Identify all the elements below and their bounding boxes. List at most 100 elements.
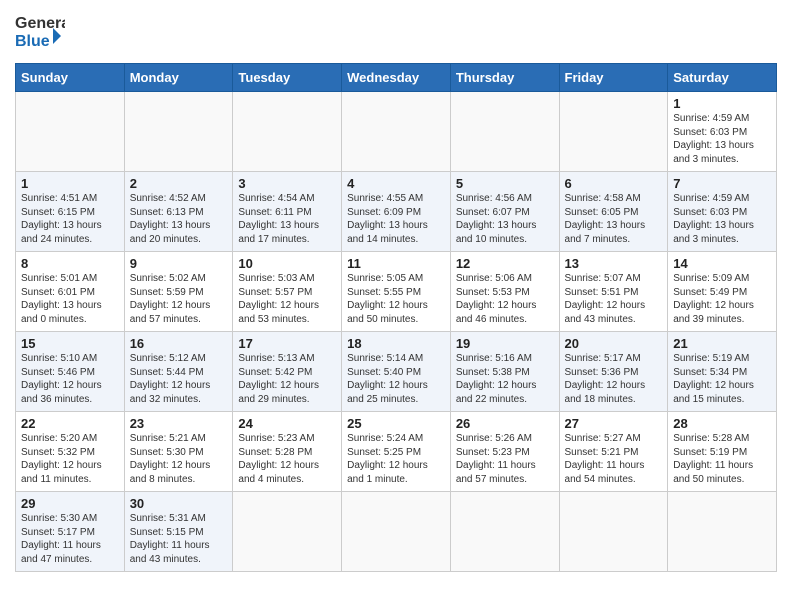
day-number: 30 xyxy=(130,496,228,511)
calendar-cell: 1Sunrise: 4:59 AM Sunset: 6:03 PM Daylig… xyxy=(668,92,777,172)
cell-info: Sunrise: 4:51 AM Sunset: 6:15 PM Dayligh… xyxy=(21,192,119,246)
calendar-cell xyxy=(450,492,559,572)
calendar-cell: 30Sunrise: 5:31 AM Sunset: 5:15 PM Dayli… xyxy=(124,492,233,572)
cell-info: Sunrise: 5:19 AM Sunset: 5:34 PM Dayligh… xyxy=(673,352,771,406)
calendar-cell: 19Sunrise: 5:16 AM Sunset: 5:38 PM Dayli… xyxy=(450,332,559,412)
cell-info: Sunrise: 5:17 AM Sunset: 5:36 PM Dayligh… xyxy=(565,352,663,406)
cell-info: Sunrise: 4:58 AM Sunset: 6:05 PM Dayligh… xyxy=(565,192,663,246)
cell-info: Sunrise: 4:54 AM Sunset: 6:11 PM Dayligh… xyxy=(238,192,336,246)
day-number: 1 xyxy=(21,176,119,191)
cell-info: Sunrise: 5:31 AM Sunset: 5:15 PM Dayligh… xyxy=(130,512,228,566)
header-row: SundayMondayTuesdayWednesdayThursdayFrid… xyxy=(16,64,777,92)
cell-info: Sunrise: 5:06 AM Sunset: 5:53 PM Dayligh… xyxy=(456,272,554,326)
day-number: 17 xyxy=(238,336,336,351)
calendar-cell: 8Sunrise: 5:01 AM Sunset: 6:01 PM Daylig… xyxy=(16,252,125,332)
day-number: 16 xyxy=(130,336,228,351)
calendar-cell: 2Sunrise: 4:52 AM Sunset: 6:13 PM Daylig… xyxy=(124,172,233,252)
day-number: 11 xyxy=(347,256,445,271)
day-number: 25 xyxy=(347,416,445,431)
svg-text:General: General xyxy=(15,15,65,32)
calendar-cell: 20Sunrise: 5:17 AM Sunset: 5:36 PM Dayli… xyxy=(559,332,668,412)
day-number: 29 xyxy=(21,496,119,511)
calendar-cell: 28Sunrise: 5:28 AM Sunset: 5:19 PM Dayli… xyxy=(668,412,777,492)
cell-info: Sunrise: 5:28 AM Sunset: 5:19 PM Dayligh… xyxy=(673,432,771,486)
cell-info: Sunrise: 4:56 AM Sunset: 6:07 PM Dayligh… xyxy=(456,192,554,246)
day-number: 26 xyxy=(456,416,554,431)
calendar-cell xyxy=(124,92,233,172)
cell-info: Sunrise: 5:26 AM Sunset: 5:23 PM Dayligh… xyxy=(456,432,554,486)
day-number: 12 xyxy=(456,256,554,271)
day-number: 18 xyxy=(347,336,445,351)
week-row-5: 29Sunrise: 5:30 AM Sunset: 5:17 PM Dayli… xyxy=(16,492,777,572)
calendar-cell: 1Sunrise: 4:51 AM Sunset: 6:15 PM Daylig… xyxy=(16,172,125,252)
calendar-cell xyxy=(342,92,451,172)
svg-text:Blue: Blue xyxy=(15,33,50,50)
day-number: 8 xyxy=(21,256,119,271)
day-number: 6 xyxy=(565,176,663,191)
week-row-3: 15Sunrise: 5:10 AM Sunset: 5:46 PM Dayli… xyxy=(16,332,777,412)
day-number: 10 xyxy=(238,256,336,271)
day-number: 3 xyxy=(238,176,336,191)
day-header-tuesday: Tuesday xyxy=(233,64,342,92)
day-number: 4 xyxy=(347,176,445,191)
day-number: 20 xyxy=(565,336,663,351)
day-header-wednesday: Wednesday xyxy=(342,64,451,92)
calendar-cell: 14Sunrise: 5:09 AM Sunset: 5:49 PM Dayli… xyxy=(668,252,777,332)
calendar-cell: 17Sunrise: 5:13 AM Sunset: 5:42 PM Dayli… xyxy=(233,332,342,412)
calendar-cell xyxy=(450,92,559,172)
calendar-cell: 9Sunrise: 5:02 AM Sunset: 5:59 PM Daylig… xyxy=(124,252,233,332)
day-number: 28 xyxy=(673,416,771,431)
calendar-cell: 11Sunrise: 5:05 AM Sunset: 5:55 PM Dayli… xyxy=(342,252,451,332)
calendar-cell xyxy=(668,492,777,572)
logo: GeneralBlue xyxy=(15,10,65,55)
day-number: 14 xyxy=(673,256,771,271)
calendar-cell: 6Sunrise: 4:58 AM Sunset: 6:05 PM Daylig… xyxy=(559,172,668,252)
week-row-2: 8Sunrise: 5:01 AM Sunset: 6:01 PM Daylig… xyxy=(16,252,777,332)
day-number: 13 xyxy=(565,256,663,271)
calendar-cell: 5Sunrise: 4:56 AM Sunset: 6:07 PM Daylig… xyxy=(450,172,559,252)
calendar-cell: 12Sunrise: 5:06 AM Sunset: 5:53 PM Dayli… xyxy=(450,252,559,332)
cell-info: Sunrise: 5:30 AM Sunset: 5:17 PM Dayligh… xyxy=(21,512,119,566)
cell-info: Sunrise: 5:02 AM Sunset: 5:59 PM Dayligh… xyxy=(130,272,228,326)
calendar-cell: 29Sunrise: 5:30 AM Sunset: 5:17 PM Dayli… xyxy=(16,492,125,572)
day-number: 9 xyxy=(130,256,228,271)
cell-info: Sunrise: 5:14 AM Sunset: 5:40 PM Dayligh… xyxy=(347,352,445,406)
calendar-cell: 16Sunrise: 5:12 AM Sunset: 5:44 PM Dayli… xyxy=(124,332,233,412)
header: GeneralBlue xyxy=(15,10,777,55)
calendar-cell: 13Sunrise: 5:07 AM Sunset: 5:51 PM Dayli… xyxy=(559,252,668,332)
calendar-cell: 7Sunrise: 4:59 AM Sunset: 6:03 PM Daylig… xyxy=(668,172,777,252)
cell-info: Sunrise: 4:55 AM Sunset: 6:09 PM Dayligh… xyxy=(347,192,445,246)
cell-info: Sunrise: 4:59 AM Sunset: 6:03 PM Dayligh… xyxy=(673,192,771,246)
cell-info: Sunrise: 5:10 AM Sunset: 5:46 PM Dayligh… xyxy=(21,352,119,406)
cell-info: Sunrise: 5:23 AM Sunset: 5:28 PM Dayligh… xyxy=(238,432,336,486)
week-row-4: 22Sunrise: 5:20 AM Sunset: 5:32 PM Dayli… xyxy=(16,412,777,492)
day-header-monday: Monday xyxy=(124,64,233,92)
calendar-cell xyxy=(559,492,668,572)
day-number: 19 xyxy=(456,336,554,351)
calendar-cell: 10Sunrise: 5:03 AM Sunset: 5:57 PM Dayli… xyxy=(233,252,342,332)
calendar-cell: 26Sunrise: 5:26 AM Sunset: 5:23 PM Dayli… xyxy=(450,412,559,492)
page-container: GeneralBlue SundayMondayTuesdayWednesday… xyxy=(0,0,792,587)
cell-info: Sunrise: 5:24 AM Sunset: 5:25 PM Dayligh… xyxy=(347,432,445,486)
cell-info: Sunrise: 4:52 AM Sunset: 6:13 PM Dayligh… xyxy=(130,192,228,246)
day-number: 27 xyxy=(565,416,663,431)
calendar-cell: 3Sunrise: 4:54 AM Sunset: 6:11 PM Daylig… xyxy=(233,172,342,252)
calendar-cell xyxy=(16,92,125,172)
day-number: 7 xyxy=(673,176,771,191)
week-row-1: 1Sunrise: 4:51 AM Sunset: 6:15 PM Daylig… xyxy=(16,172,777,252)
cell-info: Sunrise: 5:07 AM Sunset: 5:51 PM Dayligh… xyxy=(565,272,663,326)
calendar-cell: 25Sunrise: 5:24 AM Sunset: 5:25 PM Dayli… xyxy=(342,412,451,492)
week-row-0: 1Sunrise: 4:59 AM Sunset: 6:03 PM Daylig… xyxy=(16,92,777,172)
day-number: 22 xyxy=(21,416,119,431)
calendar-cell: 15Sunrise: 5:10 AM Sunset: 5:46 PM Dayli… xyxy=(16,332,125,412)
cell-info: Sunrise: 5:27 AM Sunset: 5:21 PM Dayligh… xyxy=(565,432,663,486)
cell-info: Sunrise: 5:20 AM Sunset: 5:32 PM Dayligh… xyxy=(21,432,119,486)
cell-info: Sunrise: 5:16 AM Sunset: 5:38 PM Dayligh… xyxy=(456,352,554,406)
cell-info: Sunrise: 5:09 AM Sunset: 5:49 PM Dayligh… xyxy=(673,272,771,326)
cell-info: Sunrise: 5:12 AM Sunset: 5:44 PM Dayligh… xyxy=(130,352,228,406)
day-header-saturday: Saturday xyxy=(668,64,777,92)
calendar-table: SundayMondayTuesdayWednesdayThursdayFrid… xyxy=(15,63,777,572)
calendar-cell xyxy=(233,92,342,172)
calendar-cell: 4Sunrise: 4:55 AM Sunset: 6:09 PM Daylig… xyxy=(342,172,451,252)
calendar-cell: 27Sunrise: 5:27 AM Sunset: 5:21 PM Dayli… xyxy=(559,412,668,492)
